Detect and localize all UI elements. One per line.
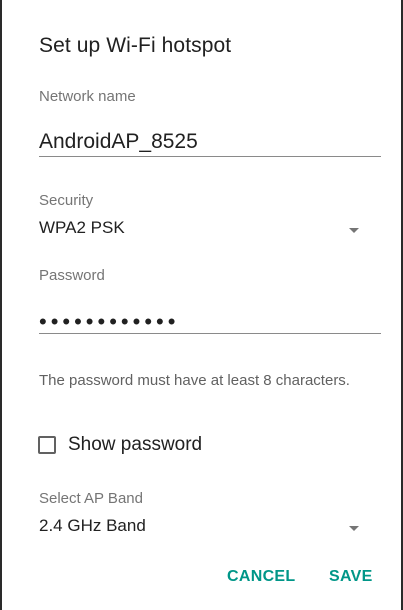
security-dropdown-icon[interactable] bbox=[349, 228, 359, 233]
wifi-hotspot-dialog: Set up Wi-Fi hotspot Network name Androi… bbox=[0, 0, 403, 610]
password-label: Password bbox=[39, 267, 105, 284]
show-password-checkbox[interactable] bbox=[38, 436, 56, 454]
ap-band-select[interactable]: 2.4 GHz Band bbox=[39, 516, 146, 536]
network-name-input[interactable]: AndroidAP_8525 bbox=[39, 130, 198, 154]
network-name-underline bbox=[39, 156, 381, 157]
security-select[interactable]: WPA2 PSK bbox=[39, 218, 125, 238]
security-label: Security bbox=[39, 192, 94, 209]
show-password-label[interactable]: Show password bbox=[68, 434, 202, 456]
password-hint: The password must have at least 8 charac… bbox=[39, 372, 350, 389]
show-password-row[interactable]: Show password bbox=[38, 432, 202, 458]
cancel-button[interactable]: CANCEL bbox=[227, 568, 295, 586]
ap-band-dropdown-icon[interactable] bbox=[349, 526, 359, 531]
password-input[interactable]: •••••••••••• bbox=[39, 309, 179, 335]
save-button[interactable]: SAVE bbox=[329, 568, 373, 586]
password-underline bbox=[39, 333, 381, 334]
dialog-title: Set up Wi-Fi hotspot bbox=[39, 34, 232, 57]
ap-band-label: Select AP Band bbox=[39, 490, 143, 507]
network-name-label: Network name bbox=[39, 88, 136, 105]
